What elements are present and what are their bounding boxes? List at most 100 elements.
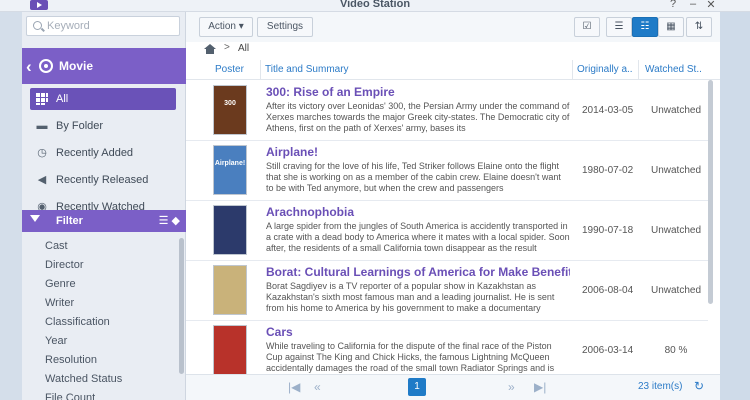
current-page[interactable]: 1 bbox=[408, 378, 426, 396]
movie-title[interactable]: Arachnophobia bbox=[266, 205, 570, 219]
sort-icon: ⇅ bbox=[694, 21, 704, 32]
movie-date: 1980-07-02 bbox=[582, 165, 634, 176]
filter-item-watched-status[interactable]: Watched Status bbox=[45, 373, 122, 385]
column-header-poster[interactable]: Poster bbox=[215, 64, 255, 75]
filter-item-resolution[interactable]: Resolution bbox=[45, 354, 97, 366]
library-title: Movie bbox=[59, 59, 94, 73]
breadcrumb-current[interactable]: All bbox=[238, 43, 249, 54]
close-button[interactable]: ✕ bbox=[702, 0, 720, 11]
movie-title[interactable]: Borat: Cultural Learnings of America for… bbox=[266, 265, 570, 279]
movie-title[interactable]: 300: Rise of an Empire bbox=[266, 85, 570, 99]
column-divider[interactable] bbox=[260, 60, 261, 80]
table-row[interactable]: Cars While traveling to California for t… bbox=[186, 321, 708, 381]
folder-icon: ▬ bbox=[36, 120, 48, 132]
filter-list: Cast Director Genre Writer Classificatio… bbox=[22, 234, 186, 400]
nav-item-label: Recently Added bbox=[56, 147, 134, 159]
settings-button[interactable]: Settings bbox=[257, 17, 313, 37]
poster-text: 300 bbox=[224, 100, 236, 107]
checkbox-icon: ☑ bbox=[582, 21, 592, 32]
grid-icon: ▦ bbox=[666, 21, 676, 32]
table-row[interactable]: Arachnophobia A large spider from the ju… bbox=[186, 201, 708, 261]
window-titlebar: Video Station ? – ✕ bbox=[0, 0, 750, 12]
previous-page-icon[interactable]: « bbox=[314, 380, 321, 394]
toolbar: Action ▾ Settings ☑ ☰ ☷ ▦ ⇅ bbox=[186, 12, 720, 42]
movie-date: 2014-03-05 bbox=[582, 105, 634, 116]
table-row[interactable]: Airplane! Airplane! Still craving for th… bbox=[186, 141, 708, 201]
column-header-watched-status[interactable]: Watched St... bbox=[645, 64, 701, 75]
nav-item-recently-added[interactable]: ◷ Recently Added bbox=[30, 142, 176, 164]
nav-item-all[interactable]: All bbox=[30, 88, 176, 110]
search-input[interactable] bbox=[47, 18, 177, 34]
filter-item-writer[interactable]: Writer bbox=[45, 297, 74, 309]
first-page-icon[interactable]: |◀ bbox=[288, 380, 300, 394]
item-count: 23 item(s) bbox=[638, 381, 683, 392]
movie-summary: After its victory over Leonidas' 300, th… bbox=[266, 101, 570, 133]
movie-watched-status: Unwatched bbox=[650, 285, 702, 296]
filter-title: Filter bbox=[56, 215, 83, 227]
help-button[interactable]: ? bbox=[664, 0, 682, 10]
eraser-icon[interactable]: ◆ bbox=[172, 215, 180, 227]
nav-item-label: Recently Released bbox=[56, 174, 149, 186]
nav-item-label: All bbox=[56, 93, 69, 105]
movie-summary: While traveling to California for the di… bbox=[266, 341, 555, 373]
film-reel-icon bbox=[39, 59, 53, 73]
thumbnail-view-button[interactable]: ▦ bbox=[658, 17, 684, 37]
movie-date: 1990-07-18 bbox=[582, 225, 634, 236]
filter-header[interactable]: Filter ☰ ◆ bbox=[22, 210, 186, 232]
refresh-icon[interactable]: ↻ bbox=[694, 379, 704, 393]
filter-item-cast[interactable]: Cast bbox=[45, 240, 68, 252]
movie-summary: Borat Sagdiyev is a TV reporter of a pop… bbox=[266, 281, 555, 313]
detail-view-button[interactable]: ☷ bbox=[632, 17, 658, 37]
filter-item-file-count[interactable]: File Count bbox=[45, 392, 95, 400]
movie-summary: Still craving for the love of his life, … bbox=[266, 161, 561, 193]
home-icon[interactable] bbox=[204, 44, 216, 54]
library-header[interactable]: ‹ Movie bbox=[22, 48, 186, 84]
filter-tools: ☰ ◆ bbox=[159, 214, 180, 227]
movie-poster bbox=[213, 205, 247, 255]
filter-item-classification[interactable]: Classification bbox=[45, 316, 110, 328]
sidebar-scrollbar[interactable] bbox=[179, 238, 184, 374]
action-button[interactable]: Action ▾ bbox=[199, 17, 253, 37]
search-box[interactable] bbox=[26, 16, 180, 36]
filter-item-year[interactable]: Year bbox=[45, 335, 67, 347]
grid-icon bbox=[36, 93, 48, 105]
select-mode-button[interactable]: ☑ bbox=[574, 17, 600, 37]
pagination-bar: |◀ « 1 » ▶| 23 item(s) ↻ bbox=[186, 374, 720, 400]
movie-date: 2006-08-04 bbox=[582, 285, 634, 296]
table-scrollbar[interactable] bbox=[708, 80, 713, 304]
filter-item-genre[interactable]: Genre bbox=[45, 278, 76, 290]
movie-title[interactable]: Cars bbox=[266, 325, 570, 339]
window-title: Video Station bbox=[339, 0, 411, 10]
column-header-originally-aired[interactable]: Originally a... bbox=[577, 64, 633, 75]
nav-item-label: By Folder bbox=[56, 120, 104, 132]
clock-plus-icon: ◷ bbox=[37, 147, 47, 159]
nav-item-by-folder[interactable]: ▬ By Folder bbox=[30, 115, 176, 137]
movie-title[interactable]: Airplane! bbox=[266, 145, 570, 159]
detail-list-icon: ☷ bbox=[640, 21, 650, 32]
list-icon: ☰ bbox=[614, 21, 624, 32]
movie-date: 2006-03-14 bbox=[582, 345, 634, 356]
table-row[interactable]: 300 300: Rise of an Empire After its vic… bbox=[186, 81, 708, 141]
movie-poster bbox=[213, 265, 247, 315]
megaphone-icon: ◀ bbox=[37, 174, 47, 186]
next-page-icon[interactable]: » bbox=[508, 380, 515, 394]
desktop-background-left bbox=[0, 12, 22, 400]
last-page-icon[interactable]: ▶| bbox=[534, 380, 546, 394]
column-divider[interactable] bbox=[638, 60, 639, 80]
filter-funnel-icon bbox=[30, 215, 40, 222]
column-divider[interactable] bbox=[572, 60, 573, 80]
column-header-title[interactable]: Title and Summary bbox=[265, 64, 565, 75]
filter-item-director[interactable]: Director bbox=[45, 259, 84, 271]
minimize-button[interactable]: – bbox=[684, 0, 702, 10]
poster-text: Airplane! bbox=[214, 160, 246, 167]
nav-item-recently-released[interactable]: ◀ Recently Released bbox=[30, 169, 176, 191]
table-row[interactable]: Borat: Cultural Learnings of America for… bbox=[186, 261, 708, 321]
list-view-button[interactable]: ☰ bbox=[606, 17, 632, 37]
movie-poster: 300 bbox=[213, 85, 247, 135]
sort-button[interactable]: ⇅ bbox=[686, 17, 712, 37]
movie-poster bbox=[213, 325, 247, 375]
movie-watched-status: Unwatched bbox=[650, 225, 702, 236]
back-chevron-icon[interactable]: ‹ bbox=[26, 57, 32, 77]
movie-watched-status: Unwatched bbox=[650, 105, 702, 116]
filter-list-icon[interactable]: ☰ bbox=[159, 215, 169, 227]
